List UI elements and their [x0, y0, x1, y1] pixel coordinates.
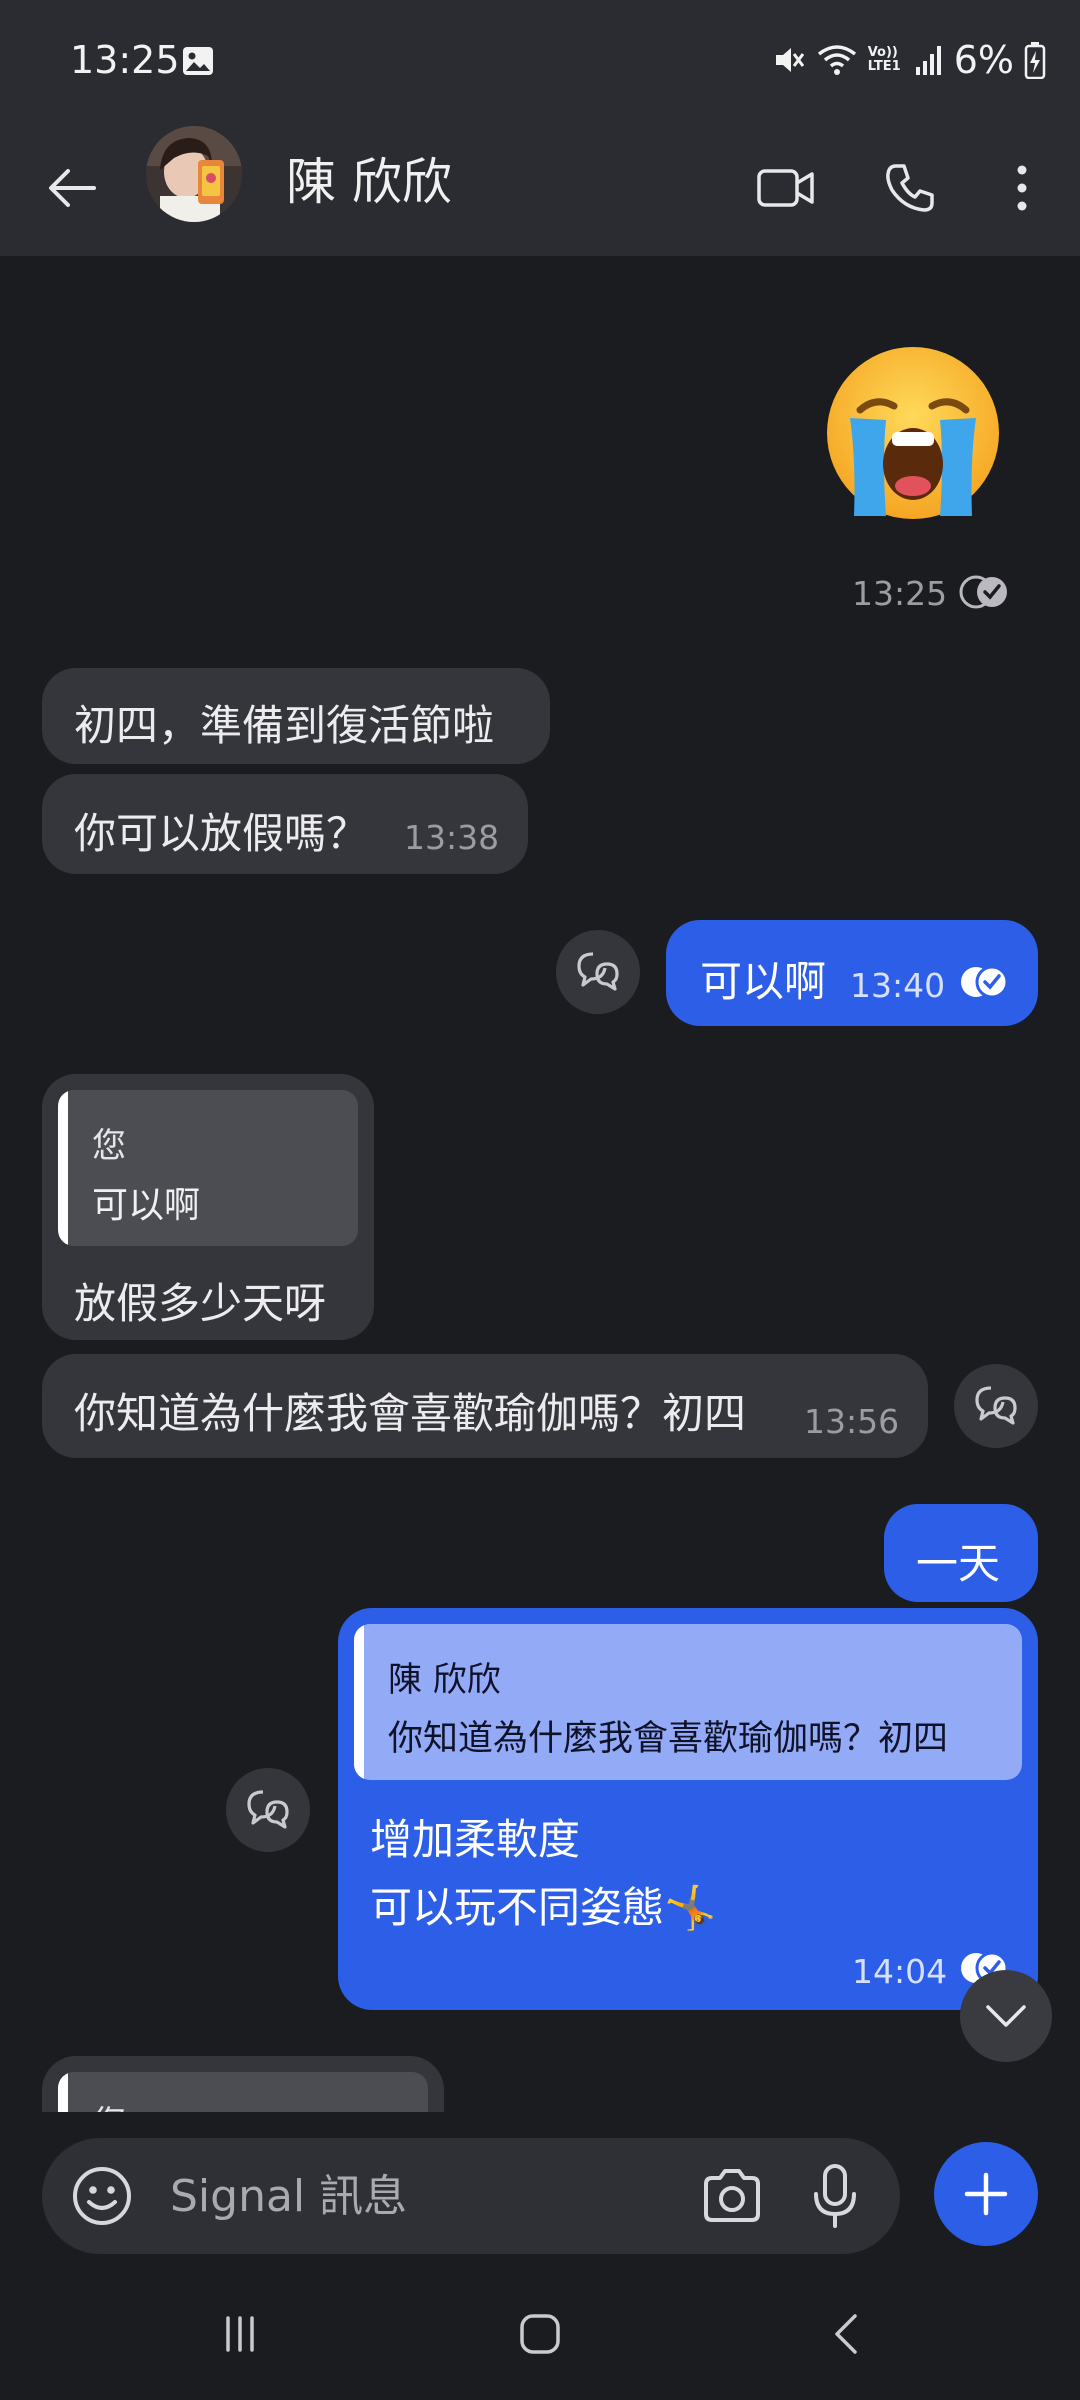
outgoing-message-bubble[interactable]: 一天	[884, 1504, 1038, 1602]
incoming-message-bubble[interactable]: 你可以放假嗎？ 13:38	[42, 774, 528, 874]
chat-bubbles-icon	[975, 1386, 1017, 1425]
quote-text: 可以啊	[92, 1185, 201, 1226]
scroll-to-bottom-button[interactable]	[960, 1970, 1052, 2062]
battery-percentage: 6%	[953, 38, 1014, 82]
incoming-reply-bubble[interactable]: 您 可以啊 放假多少天呀	[42, 1074, 374, 1340]
quote-author: 陳 欣欣	[388, 1660, 501, 1700]
message-text: 放假多少天呀	[74, 1279, 327, 1328]
reply-react-button[interactable]	[954, 1364, 1038, 1448]
message-text-line: 增加柔軟度	[370, 1815, 581, 1864]
video-call-button[interactable]	[744, 146, 828, 230]
voice-note-button[interactable]	[810, 2162, 860, 2230]
message-timestamp: 13:38	[404, 818, 500, 857]
quote-accent-bar	[58, 1090, 68, 1246]
chat-bubbles-icon	[577, 952, 619, 991]
message-text-line: 可以玩不同姿態🤸	[370, 1883, 717, 1932]
reply-react-button[interactable]	[226, 1768, 310, 1852]
phone-call-icon	[886, 164, 934, 212]
video-call-icon	[757, 169, 814, 207]
message-text: 一天	[916, 1539, 1001, 1588]
microphone-icon	[814, 2164, 856, 2228]
quoted-message[interactable]: 您	[58, 2072, 428, 2112]
read-status-icon	[961, 965, 1009, 999]
status-time: 13:25	[70, 38, 180, 82]
outgoing-message-bubble[interactable]: 可以啊 13:40	[666, 920, 1038, 1026]
contact-avatar[interactable]	[146, 126, 242, 222]
camera-icon	[704, 2169, 760, 2222]
quote-author: 您	[92, 2096, 126, 2112]
message-timestamp: 13:56	[804, 1402, 900, 1441]
more-options-icon	[1017, 165, 1027, 211]
message-timestamp: 13:25	[852, 574, 948, 613]
smiley-face-icon	[73, 2167, 131, 2225]
recent-apps-button[interactable]	[200, 2294, 280, 2374]
recent-apps-icon	[226, 2316, 254, 2352]
reply-react-button[interactable]	[556, 930, 640, 1014]
quoted-message[interactable]: 您 可以啊	[58, 1090, 358, 1246]
chevron-down-icon	[986, 2005, 1026, 2027]
chat-bubbles-icon	[247, 1790, 289, 1829]
loudly-crying-face-emoji	[827, 347, 999, 519]
message-text: 可以啊	[700, 957, 827, 1006]
contact-name[interactable]: 陳 欣欣	[286, 142, 452, 214]
message-text: 你知道為什麼我會喜歡瑜伽嗎？初四	[74, 1389, 747, 1438]
status-indicators: Vo)) LTE1 6%	[770, 38, 1046, 82]
incoming-message-bubble[interactable]: 初四，準備到復活節啦	[42, 668, 550, 764]
quote-author: 您	[92, 1126, 126, 1166]
outgoing-emoji-message[interactable]	[820, 340, 1006, 526]
quote-text: 你知道為什麼我會喜歡瑜伽嗎？初四	[388, 1719, 949, 1759]
message-timestamp: 14:04	[852, 1952, 948, 1991]
mute-icon	[775, 48, 804, 72]
more-options-button[interactable]	[992, 146, 1052, 230]
signal-strength-icon	[915, 46, 941, 75]
home-icon	[520, 2314, 560, 2354]
incoming-message-bubble[interactable]: 你知道為什麼我會喜歡瑜伽嗎？初四 13:56	[42, 1354, 928, 1458]
plus-icon	[964, 2172, 1008, 2216]
quoted-message[interactable]: 陳 欣欣 你知道為什麼我會喜歡瑜伽嗎？初四	[354, 1624, 1022, 1780]
avatar-photo	[146, 126, 242, 222]
back-chevron-icon	[835, 2314, 857, 2354]
conversation-header: 陳 欣欣	[0, 124, 1080, 256]
composer-field[interactable]	[42, 2138, 900, 2254]
message-composer	[0, 2112, 1080, 2272]
home-button[interactable]	[500, 2294, 580, 2374]
back-arrow-icon	[49, 169, 96, 207]
incoming-reply-bubble[interactable]: 您	[42, 2056, 444, 2112]
outgoing-reply-bubble[interactable]: 陳 欣欣 你知道為什麼我會喜歡瑜伽嗎？初四 增加柔軟度 可以玩不同姿態🤸 14:…	[338, 1608, 1038, 2010]
battery-charging-icon	[1024, 42, 1046, 79]
status-bar: 13:25 Vo)) LTE1 6%	[0, 0, 1080, 124]
message-text: 你可以放假嗎？	[74, 809, 369, 858]
attach-button[interactable]	[934, 2142, 1038, 2246]
back-button[interactable]	[30, 146, 114, 230]
quote-accent-bar	[354, 1624, 364, 1780]
back-nav-button[interactable]	[806, 2294, 886, 2374]
camera-button[interactable]	[700, 2166, 764, 2226]
quote-accent-bar	[58, 2072, 68, 2112]
message-timestamp: 13:40	[850, 966, 946, 1005]
message-input[interactable]	[170, 2168, 710, 2224]
gallery-notification-icon	[183, 47, 213, 75]
system-navigation-bar	[0, 2272, 1080, 2400]
message-list[interactable]: 13:25 初四，準備到復活節啦 你可以放假嗎？ 13:38 可以啊 13:40	[0, 256, 1080, 2112]
network-label: Vo)) LTE1	[867, 45, 901, 74]
delivered-status-icon	[959, 575, 1007, 609]
wifi-icon	[817, 45, 856, 75]
voice-call-button[interactable]	[868, 146, 952, 230]
message-text: 初四，準備到復活節啦	[74, 701, 495, 750]
emoji-button[interactable]	[70, 2164, 134, 2228]
